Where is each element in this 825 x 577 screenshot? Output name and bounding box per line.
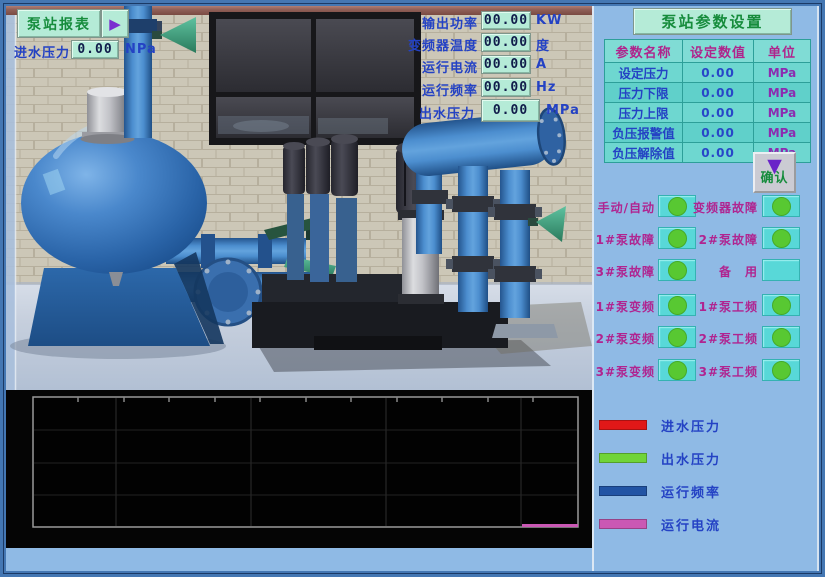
legend-label: 出水压力 [661, 449, 721, 468]
window [209, 12, 421, 145]
indicator-lamp [762, 195, 800, 217]
indicator-label: 变频器故障 [684, 199, 758, 216]
legend-label: 运行频率 [661, 482, 721, 501]
legend-label: 进水压力 [661, 416, 721, 435]
col-header: 设定数值 [683, 40, 754, 63]
outlet-pressure-value: 0.00 [481, 99, 540, 122]
inlet-pressure-label: 进水压力 [14, 42, 70, 61]
panel-title: 泵站参数设置 [633, 8, 792, 35]
pump-station-hmi-screen: 泵站报表 ▶ 进水压力 0.00 NPa 输出功率 00.00 KW 变频器温度… [0, 0, 825, 577]
indicator-label: 2#泵工频 [684, 330, 758, 347]
indicator-lamp [762, 359, 800, 381]
indicator-label: 1#泵工频 [684, 298, 758, 315]
param-unit: MPa [754, 123, 811, 143]
param-value-field[interactable]: 0.00 [683, 143, 754, 163]
param-name: 压力下限 [605, 83, 683, 103]
param-unit: MPa [754, 83, 811, 103]
indicator-label: 3#泵工频 [684, 363, 758, 380]
outlet-pressure-unit: MPa [546, 103, 580, 118]
manifold-foot [492, 324, 558, 338]
param-name: 负压解除值 [605, 143, 683, 163]
legend-swatch [599, 453, 647, 463]
param-unit: MPa [754, 103, 811, 123]
readout-unit: 度 [536, 35, 550, 54]
readout-unit: Hz [536, 80, 556, 95]
param-value-field[interactable]: 0.00 [683, 63, 754, 83]
bottom-margin [6, 548, 592, 571]
readout-value: 00.00 [481, 55, 531, 74]
col-header: 单位 [754, 40, 811, 63]
lamp-dot [772, 229, 791, 248]
lamp-dot [772, 328, 791, 347]
readout-unit: A [536, 57, 547, 72]
readout-value: 00.00 [481, 33, 531, 52]
trend-chart [6, 390, 592, 548]
indicator-label: 1#泵故障 [593, 231, 655, 248]
readout-value: 00.00 [481, 11, 531, 30]
wall-pillar [6, 15, 15, 390]
confirm-button[interactable]: ▼ 确认 [753, 152, 796, 193]
readout-value: 00.00 [481, 78, 531, 97]
table-row: 压力下限 0.00 MPa [605, 83, 811, 103]
indicator-lamp [762, 326, 800, 348]
indicator-lamp [762, 227, 800, 249]
readout-label: 运行频率 [398, 80, 478, 99]
table-row: 设定压力 0.00 MPa [605, 63, 811, 83]
report-button[interactable]: 泵站报表 [17, 9, 101, 38]
indicator-label: 2#泵变频 [593, 330, 655, 347]
indicator-label: 手动/自动 [593, 199, 655, 216]
readout-label: 变频器温度 [398, 35, 478, 54]
param-value-field[interactable]: 0.00 [683, 83, 754, 103]
tank-top-fitting [87, 92, 128, 135]
legend-swatch [599, 420, 647, 430]
parameter-table: 参数名称 设定数值 单位 设定压力 0.00 MPa 压力下限 0.00 MPa… [604, 39, 811, 163]
report-button-group[interactable]: 泵站报表 ▶ [17, 9, 129, 38]
indicator-lamp [762, 259, 800, 281]
param-value-field[interactable]: 0.00 [683, 103, 754, 123]
param-name: 压力上限 [605, 103, 683, 123]
outlet-pressure-label: 出水压力 [419, 103, 475, 122]
lamp-dot [772, 296, 791, 315]
readout-label: 运行电流 [398, 57, 478, 76]
readout-label: 输出功率 [398, 13, 478, 32]
inlet-pressure-value: 0.00 [71, 40, 119, 59]
pump-station-3d-view: 泵站报表 ▶ 进水压力 0.00 NPa 输出功率 00.00 KW 变频器温度… [6, 6, 592, 390]
table-row: 压力上限 0.00 MPa [605, 103, 811, 123]
current-trace-segment [522, 524, 578, 527]
legend-label: 运行电流 [661, 515, 721, 534]
indicator-label: 备 用 [684, 263, 758, 280]
param-name: 设定压力 [605, 63, 683, 83]
param-unit: MPa [754, 63, 811, 83]
confirm-button-label: 确认 [760, 167, 788, 186]
legend-swatch [599, 486, 647, 496]
lamp-dot [772, 361, 791, 380]
indicator-label: 3#泵变频 [593, 363, 655, 380]
param-value-field[interactable]: 0.00 [683, 123, 754, 143]
indicator-lamp [762, 294, 800, 316]
table-row: 负压报警值 0.00 MPa [605, 123, 811, 143]
param-name: 负压报警值 [605, 123, 683, 143]
indicator-label: 3#泵故障 [593, 263, 655, 280]
play-icon[interactable]: ▶ [101, 9, 129, 38]
indicator-label: 2#泵故障 [684, 231, 758, 248]
trend-plot-grid [6, 390, 592, 548]
table-header-row: 参数名称 设定数值 单位 [605, 40, 811, 63]
indicator-label: 1#泵变频 [593, 298, 655, 315]
lamp-dot [772, 197, 791, 216]
col-header: 参数名称 [605, 40, 683, 63]
readout-unit: KW [536, 13, 562, 28]
legend-swatch [599, 519, 647, 529]
inlet-pressure-unit: NPa [125, 42, 157, 57]
